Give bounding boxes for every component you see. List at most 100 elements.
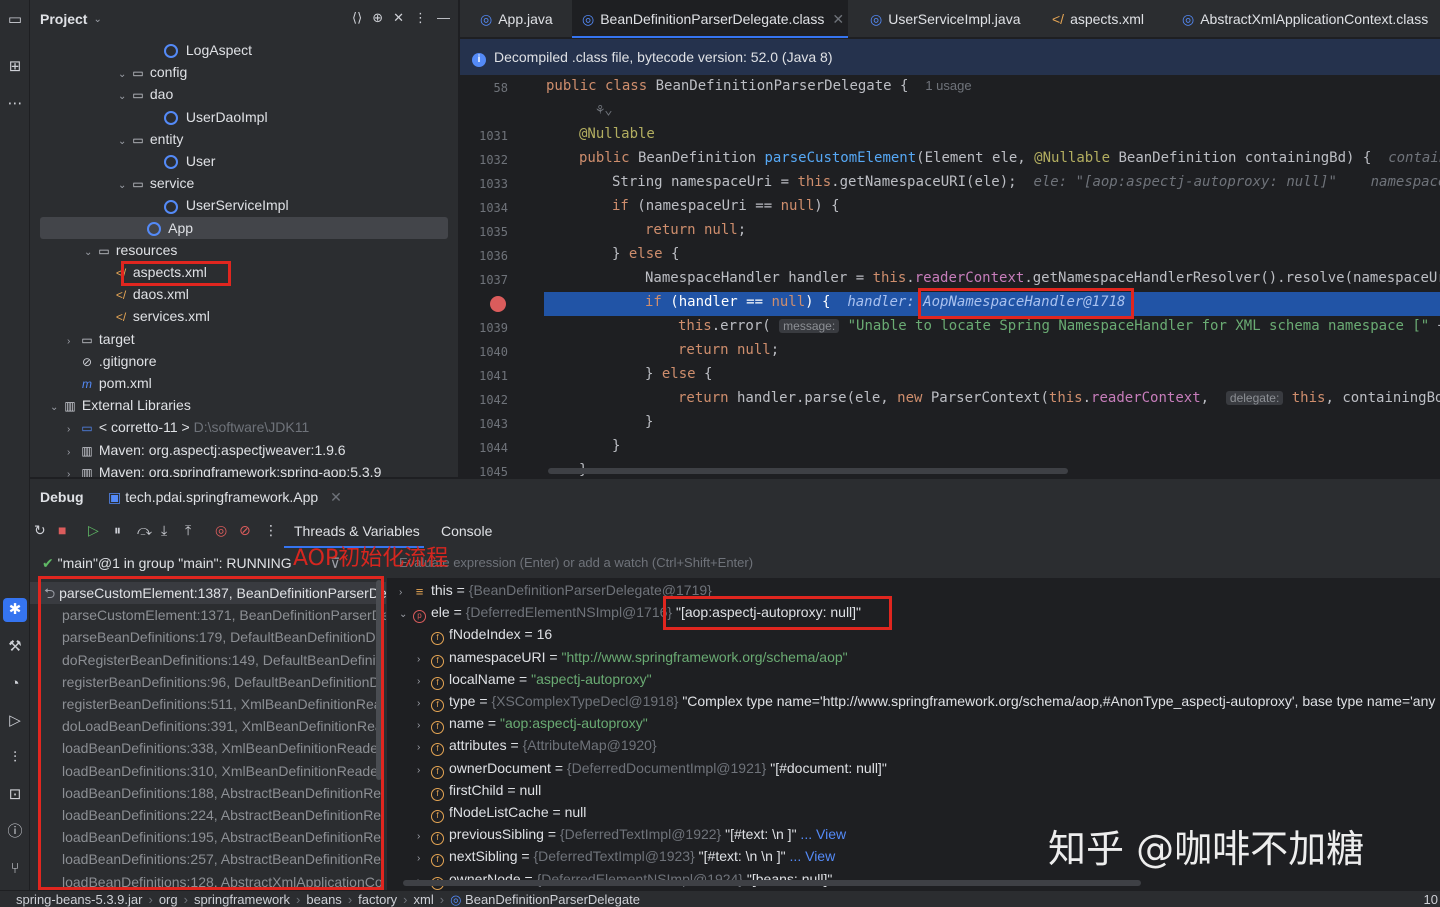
variable-row[interactable]: › f localName = "aspectj-autoproxy" xyxy=(417,668,652,690)
tree-item[interactable]: ⌄ ▭ entity xyxy=(30,128,458,150)
tree-item-label: resources xyxy=(112,241,178,258)
tab-app-java[interactable]: ◎ App.java xyxy=(470,0,570,38)
run-services-icon[interactable]: ▷ xyxy=(3,709,27,733)
breadcrumb-item[interactable]: spring-beans-5.3.9.jar xyxy=(16,892,142,907)
breadcrumb-item[interactable]: factory xyxy=(358,892,397,907)
chevron-down-icon[interactable]: ⌄ xyxy=(93,14,101,25)
breadcrumb-item[interactable]: org xyxy=(159,892,178,907)
variable-row[interactable]: › f namespaceURI = "http://www.springframe… xyxy=(417,646,848,668)
tree-item-label: User xyxy=(182,153,216,169)
line-number: 1041 xyxy=(479,369,508,383)
mute-breakpoints-icon[interactable]: ⊘ xyxy=(239,522,251,539)
breadcrumb-separator: › xyxy=(439,892,445,907)
structure-icon[interactable]: ⊞ xyxy=(3,55,27,79)
view-link[interactable]: ... View xyxy=(797,826,846,842)
info-icon: i xyxy=(472,53,486,67)
tree-item[interactable]: </ services.xml xyxy=(30,305,458,327)
tree-item[interactable]: User xyxy=(30,150,458,172)
endpoints-icon[interactable]: ⫶ xyxy=(3,746,27,770)
variable-row[interactable]: › f name = "aop:aspectj-autoproxy" xyxy=(417,712,648,735)
step-out-icon[interactable]: ⤒ xyxy=(185,522,191,539)
tree-item[interactable]: m pom.xml xyxy=(30,372,458,394)
pause-icon[interactable]: ⏸ xyxy=(114,522,121,539)
options-icon[interactable]: ⋮ xyxy=(414,10,427,26)
code-line: ⚘⌄ xyxy=(579,102,613,118)
build-hammer-icon[interactable]: ⚒ xyxy=(3,635,27,659)
variable-row[interactable]: › f previousSibling = {DeferredTextImpl@19… xyxy=(417,823,846,846)
chevron-right-icon[interactable]: › xyxy=(67,464,79,477)
debug-bug-icon[interactable]: ✱ xyxy=(3,598,27,622)
rerun-icon[interactable]: ↻ xyxy=(34,522,46,539)
variable-row[interactable]: f fNodeIndex = 16 xyxy=(417,623,552,646)
equals-sign: = xyxy=(503,781,520,798)
evaluate-expression-input[interactable]: Evaluate expression (Enter) or add a wat… xyxy=(387,548,1440,578)
tree-item[interactable]: </ daos.xml xyxy=(30,283,458,305)
tree-item[interactable]: ⊘ .gitignore xyxy=(30,350,458,372)
stop-icon[interactable]: ■ xyxy=(58,522,66,538)
tree-item[interactable]: ⌄ ▭ dao xyxy=(30,83,458,105)
view-link[interactable]: ... View xyxy=(786,848,836,864)
terminal-icon[interactable]: ⊡ xyxy=(3,783,27,807)
close-icon[interactable]: ✕ xyxy=(832,11,844,27)
tab-aspects-xml[interactable]: </ aspects.xml xyxy=(1042,0,1160,38)
project-folder-icon[interactable]: ▭ xyxy=(3,8,27,32)
tree-item[interactable]: › ▥ Maven: org.aspectj:aspectjweaver:1.9.… xyxy=(30,439,458,461)
tree-item[interactable]: </ aspects.xml xyxy=(30,261,458,283)
variable-row[interactable]: › f attributes = {AttributeMap@1920} xyxy=(417,734,657,757)
more-icon[interactable]: ⋮ xyxy=(264,522,278,539)
tree-item[interactable]: App xyxy=(40,216,448,239)
locate-target-icon[interactable]: ⊕ xyxy=(372,10,383,26)
field-icon: f xyxy=(431,676,444,690)
problems-icon[interactable]: ⓘ xyxy=(3,820,27,844)
breakpoint-icon[interactable] xyxy=(490,296,506,312)
tree-item[interactable]: UserDaoImpl xyxy=(30,106,458,128)
close-icon[interactable]: ✕ xyxy=(330,489,342,505)
code-editor[interactable]: 58 public class BeanDefinitionParserDeleg… xyxy=(460,76,1440,477)
code-line: this.error( message: "Unable to locate S… xyxy=(678,318,1440,334)
profiler-icon[interactable]: ◔ xyxy=(3,672,27,696)
class-icon xyxy=(164,199,178,214)
more-tools-icon[interactable]: ⋯ xyxy=(3,92,27,116)
tab-beandefinitionparserdelegate-class[interactable]: ◎ BeanDefinitionParserDelegate.class ✕ xyxy=(572,0,848,38)
variables-scrollbar[interactable] xyxy=(403,880,1141,886)
breadcrumb-item[interactable]: xml xyxy=(414,892,434,907)
resume-icon[interactable]: ▷ xyxy=(88,522,99,539)
breadcrumb-item[interactable]: beans xyxy=(306,892,341,907)
variable-row[interactable]: › f nextSibling = {DeferredTextImpl@1923} … xyxy=(417,845,836,868)
variable-row[interactable]: › f type = {XSComplexTypeDecl@1918} "Compl… xyxy=(417,690,1435,712)
tab-userserviceimpl-java[interactable]: ◎ UserServiceImpl.java xyxy=(860,0,1030,38)
project-header: Project ⌄ ⟨⟩ ⊕ ✕ ⋮ — xyxy=(30,0,458,38)
tab-threads-variables[interactable]: Threads & Variables xyxy=(294,523,420,539)
tree-item[interactable]: › ▭ < corretto-11 > D:\software\JDK11 xyxy=(30,416,458,438)
tab-abstractxmlapplicationcontext-class[interactable]: ◎ AbstractXmlApplicationContext.class xyxy=(1172,0,1440,38)
minimize-icon[interactable]: — xyxy=(437,10,450,26)
tree-item[interactable]: UserServiceImpl xyxy=(30,194,458,216)
tree-item[interactable]: ⌄ ▭ service xyxy=(30,172,458,194)
breadcrumb-item[interactable]: BeanDefinitionParserDelegate xyxy=(465,892,640,907)
variable-row[interactable]: f fNodeListCache = null xyxy=(417,801,586,823)
step-over-icon[interactable]: ⤼ xyxy=(137,522,152,539)
view-breakpoints-icon[interactable]: ◎ xyxy=(215,522,227,539)
variable-row[interactable]: f firstChild = null xyxy=(417,779,541,801)
breadcrumb-item[interactable]: springframework xyxy=(194,892,290,907)
horizontal-scrollbar[interactable] xyxy=(548,468,1068,474)
tree-item[interactable]: › ▭ target xyxy=(30,328,458,350)
project-title[interactable]: Project xyxy=(40,11,87,27)
variable-row[interactable]: › f ownerDocument = {DeferredDocumentImpl@… xyxy=(417,757,887,779)
close-icon[interactable]: ✕ xyxy=(393,10,404,26)
tab-console[interactable]: Console xyxy=(441,523,492,539)
tree-item[interactable]: › ▥ Maven: org.springframework:spring-aop… xyxy=(30,461,458,477)
code-line: } xyxy=(612,438,621,454)
variable-row[interactable]: ›fownerNode = {DeferredElementNSImpl@192… xyxy=(417,868,832,890)
tree-item[interactable]: LogAspect xyxy=(30,39,458,61)
step-into-icon[interactable]: ⤓ xyxy=(161,522,167,539)
expand-collapse-icon[interactable]: ⟨⟩ xyxy=(352,10,362,26)
git-branch-icon[interactable]: ⑂ xyxy=(3,857,27,881)
class-icon xyxy=(164,44,178,59)
tree-item[interactable]: ⌄ ▥ External Libraries xyxy=(30,394,458,416)
tree-item[interactable]: ⌄ ▭ config xyxy=(30,61,458,83)
chevron-down-icon[interactable]: ⌄ xyxy=(399,604,413,626)
debug-session-tab[interactable]: ▣ tech.pdai.springframework.App ✕ xyxy=(108,489,342,506)
tree-item[interactable]: ⌄ ▭ resources xyxy=(30,239,458,261)
debug-title[interactable]: Debug xyxy=(40,489,84,505)
